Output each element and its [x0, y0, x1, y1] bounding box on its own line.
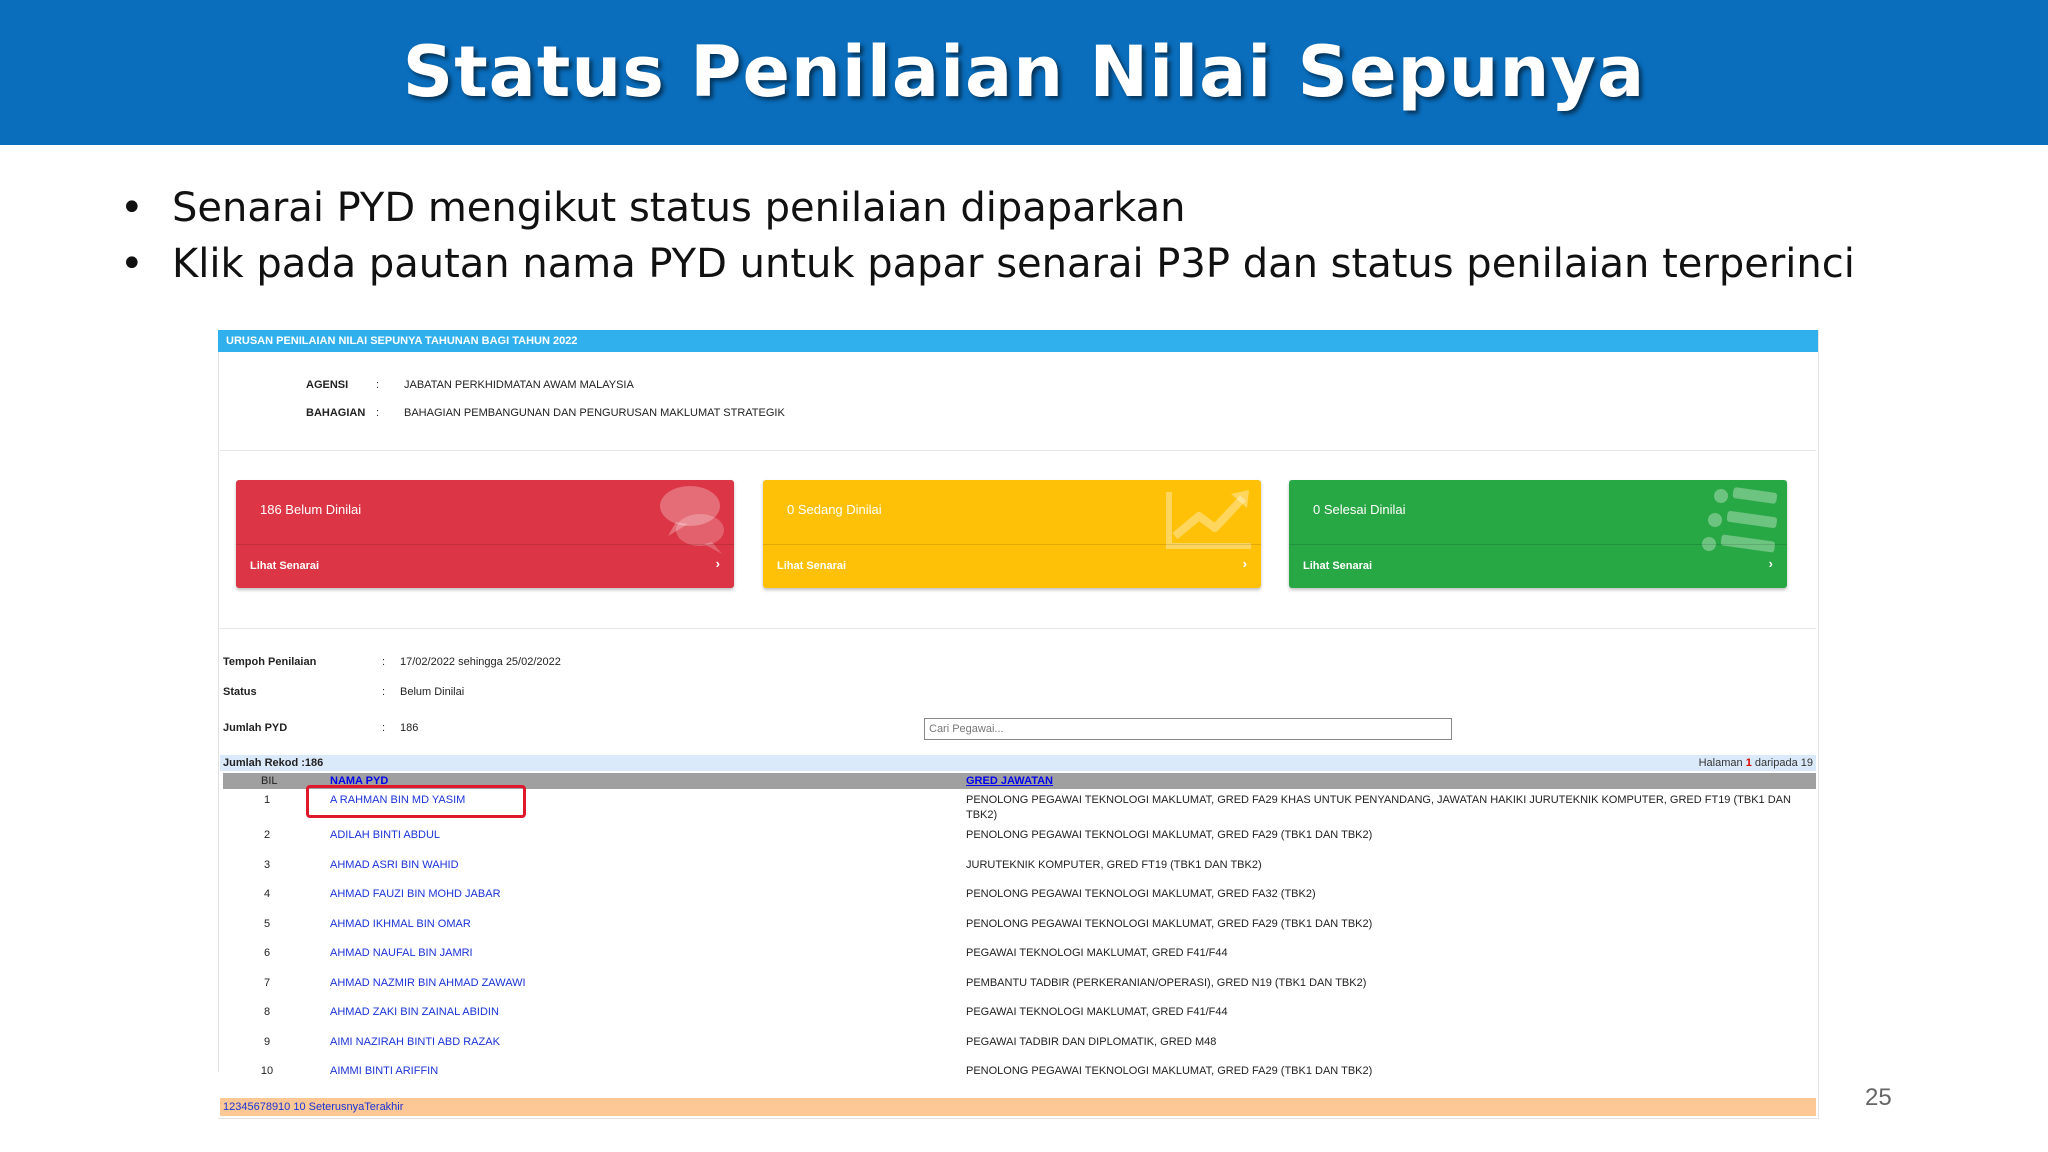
title-banner: Status Penilaian Nilai Sepunya [0, 0, 2048, 145]
pyd-name-link[interactable]: ADILAH BINTI ABDUL [330, 828, 440, 843]
bullet-list: • Senarai PYD mengikut status penilaian d… [120, 180, 1855, 292]
row-grade: PENOLONG PEGAWAI TEKNOLOGI MAKLUMAT, GRE… [966, 794, 1791, 821]
row-grade: JURUTEKNIK KOMPUTER, GRED FT19 (TBK1 DAN… [966, 859, 1262, 871]
divider [220, 450, 1816, 451]
row-grade: PEGAWAI TADBIR DAN DIPLOMATIK, GRED M48 [966, 1036, 1217, 1048]
bullet-text: Senarai PYD mengikut status penilaian di… [172, 185, 1186, 231]
row-grade: PENOLONG PEGAWAI TEKNOLOGI MAKLUMAT, GRE… [966, 918, 1373, 930]
division-value: BAHAGIAN PEMBANGUNAN DAN PENGURUSAN MAKL… [404, 407, 785, 419]
bullet-item: • Senarai PYD mengikut status penilaian d… [120, 180, 1855, 236]
record-summary-bar: Jumlah Rekod :186 Halaman 1 daripada 19 [220, 755, 1816, 771]
current-page: 1 [1745, 757, 1752, 769]
colon: : [382, 656, 386, 668]
bullet-text: Klik pada pautan nama PYD untuk papar se… [172, 241, 1855, 287]
chevron-right-icon: › [715, 556, 720, 571]
row-grade: PENOLONG PEGAWAI TEKNOLOGI MAKLUMAT, GRE… [966, 888, 1316, 900]
row-number: 1 [263, 794, 271, 806]
page-prefix: Halaman [1698, 757, 1743, 769]
status-label: Status [223, 686, 257, 698]
status-value: Belum Dinilai [400, 686, 465, 698]
slide-page-number: 25 [1865, 1084, 1892, 1111]
tempoh-label: Tempoh Penilaian [223, 656, 317, 668]
column-header-gred[interactable]: GRED JAWATAN [966, 773, 1053, 789]
colon: : [376, 379, 380, 391]
colon: : [376, 407, 380, 419]
pyd-name-link[interactable]: AIMI NAZIRAH BINTI ABD RAZAK [330, 1035, 500, 1050]
agency-label: AGENSI [306, 379, 349, 391]
card-sedang-dinilai[interactable]: 0 Sedang Dinilai Lihat Senarai › [763, 480, 1261, 588]
total-records: Jumlah Rekod :186 [223, 757, 324, 769]
row-number: 6 [263, 947, 271, 959]
card-count: 186 Belum Dinilai [260, 502, 362, 517]
agency-value: JABATAN PERKHIDMATAN AWAM MALAYSIA [404, 379, 634, 391]
division-row: BAHAGIAN: BAHAGIAN PEMBANGUNAN DAN PENGUR… [306, 407, 785, 419]
view-list-link[interactable]: Lihat Senarai [250, 560, 319, 572]
row-grade: PENOLONG PEGAWAI TEKNOLOGI MAKLUMAT, GRE… [966, 829, 1373, 841]
pyd-name-link[interactable]: AHMAD NAUFAL BIN JAMRI [330, 946, 473, 961]
tempoh-row: Tempoh Penilaian: 17/02/2022 sehingga 25/… [223, 656, 561, 668]
row-number: 2 [263, 829, 271, 841]
pyd-name-link[interactable]: AHMAD ASRI BIN WAHID [330, 858, 459, 873]
divider [236, 544, 734, 545]
row-grade: PENOLONG PEGAWAI TEKNOLOGI MAKLUMAT, GRE… [966, 1065, 1373, 1077]
page-suffix: daripada 19 [1754, 757, 1813, 769]
colon: : [382, 722, 386, 734]
pyd-name-link[interactable]: AHMAD ZAKI BIN ZAINAL ABIDIN [330, 1005, 499, 1020]
chevron-right-icon: › [1768, 556, 1773, 571]
row-number: 3 [263, 859, 271, 871]
slide-title: Status Penilaian Nilai Sepunya [402, 31, 1646, 113]
row-number: 4 [263, 888, 271, 900]
division-label: BAHAGIAN [306, 407, 366, 419]
page-indicator: Halaman 1 daripada 19 [1699, 755, 1813, 771]
pyd-name-link[interactable]: AHMAD FAUZI BIN MOHD JABAR [330, 887, 501, 902]
card-belum-dinilai[interactable]: 186 Belum Dinilai Lihat Senarai › [236, 480, 734, 588]
pyd-name-link[interactable]: AIMMI BINTI ARIFFIN [330, 1064, 438, 1079]
divider [763, 544, 1261, 545]
jumlah-row: Jumlah PYD: 186 [223, 722, 418, 734]
view-list-link[interactable]: Lihat Senarai [777, 560, 846, 572]
colon: : [382, 686, 386, 698]
row-number: 8 [263, 1006, 271, 1018]
status-row: Status: Belum Dinilai [223, 686, 464, 698]
pagination-bar[interactable]: 12345678910 10 SeterusnyaTerakhir [220, 1098, 1816, 1116]
jumlah-value: 186 [400, 722, 419, 734]
pyd-name-link[interactable]: AHMAD NAZMIR BIN AHMAD ZAWAWI [330, 976, 526, 991]
tempoh-value: 17/02/2022 sehingga 25/02/2022 [400, 656, 561, 668]
card-count: 0 Sedang Dinilai [787, 502, 882, 517]
search-input[interactable]: Cari Pegawai... [924, 718, 1452, 740]
column-header-bil: BIL [261, 775, 278, 787]
card-selesai-dinilai[interactable]: 0 Selesai Dinilai Lihat Senarai › [1289, 480, 1787, 588]
highlight-box [306, 785, 526, 818]
bullet-dot: • [120, 241, 144, 287]
app-header: URUSAN PENILAIAN NILAI SEPUNYA TAHUNAN B… [218, 330, 1818, 352]
row-grade: PEGAWAI TEKNOLOGI MAKLUMAT, GRED F41/F44 [966, 1006, 1228, 1018]
jumlah-label: Jumlah PYD [223, 722, 288, 734]
divider [218, 352, 219, 1072]
row-number: 10 [260, 1065, 274, 1077]
row-grade: PEGAWAI TEKNOLOGI MAKLUMAT, GRED F41/F44 [966, 947, 1228, 959]
row-number: 9 [263, 1036, 271, 1048]
view-list-link[interactable]: Lihat Senarai [1303, 560, 1372, 572]
chevron-right-icon: › [1242, 556, 1247, 571]
divider [1289, 544, 1787, 545]
bullet-item: • Klik pada pautan nama PYD untuk papar s… [120, 236, 1855, 292]
card-count: 0 Selesai Dinilai [1313, 502, 1406, 517]
row-number: 5 [263, 918, 271, 930]
row-grade: PEMBANTU TADBIR (PERKERANIAN/OPERASI), G… [966, 977, 1367, 989]
app-screenshot: URUSAN PENILAIAN NILAI SEPUNYA TAHUNAN B… [218, 330, 1819, 1119]
agency-row: AGENSI: JABATAN PERKHIDMATAN AWAM MALAYSI… [306, 379, 634, 391]
bullet-dot: • [120, 185, 144, 231]
pyd-name-link[interactable]: AHMAD IKHMAL BIN OMAR [330, 917, 471, 932]
row-number: 7 [263, 977, 271, 989]
divider [220, 628, 1816, 629]
